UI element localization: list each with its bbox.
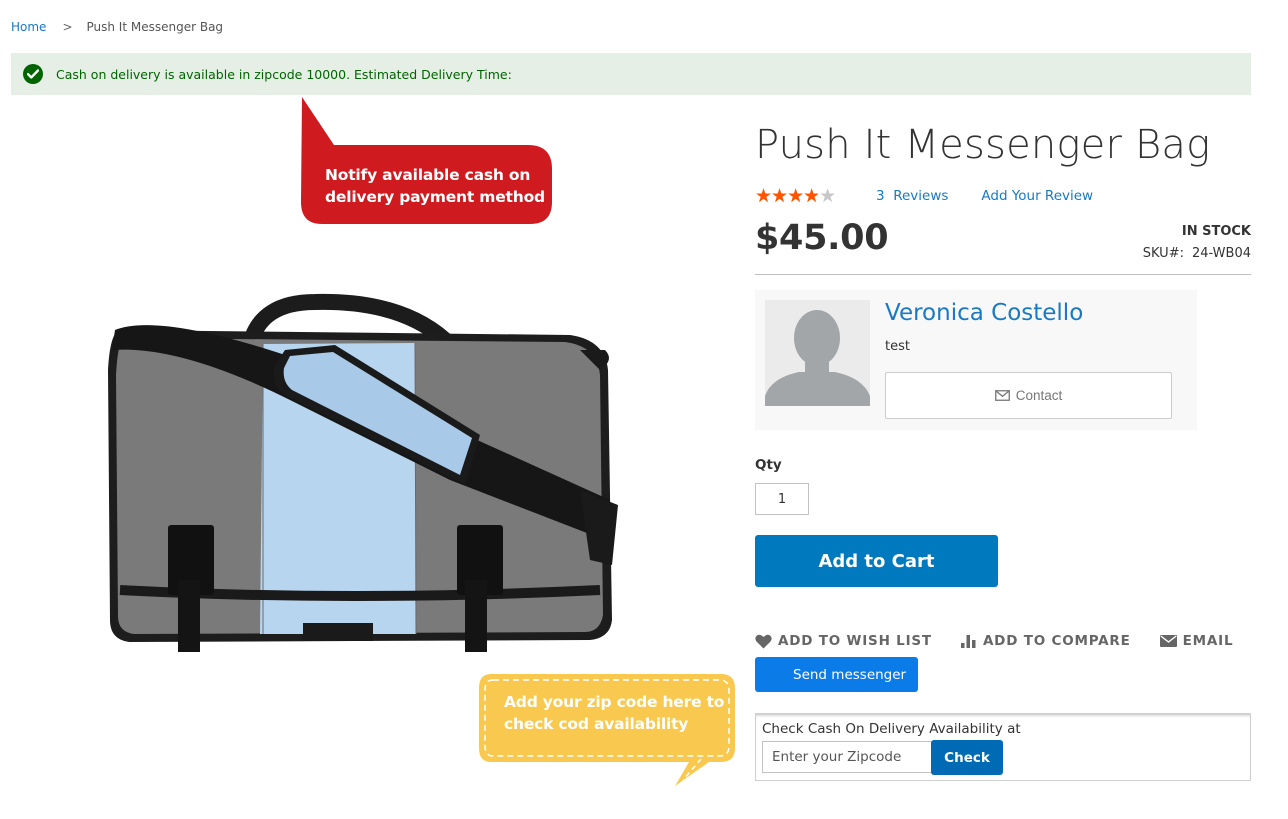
wishlist-label: ADD TO WISH LIST [778, 633, 932, 649]
qty-label: Qty [755, 457, 782, 473]
contact-seller-button[interactable]: Contact [885, 372, 1172, 419]
qty-input[interactable] [755, 483, 809, 515]
add-to-cart-button[interactable]: Add to Cart [755, 535, 998, 587]
cod-check-label: Check Cash On Delivery Availability at [762, 721, 1021, 737]
product-title: Push It Messenger Bag [755, 122, 1211, 168]
compare-label: ADD TO COMPARE [982, 633, 1131, 649]
envelope-filled-icon [1159, 635, 1177, 647]
rating-stars: ★★★★★ ★★★★★ [755, 185, 845, 207]
email-link[interactable]: EMAIL [1159, 633, 1234, 649]
price-divider [755, 274, 1251, 275]
envelope-icon [994, 390, 1010, 401]
contact-label: Contact [1015, 388, 1063, 403]
annotation-text-notify: Notify available cash on delivery paymen… [325, 166, 545, 206]
add-review-link[interactable]: Add Your Review [981, 188, 1093, 204]
product-rating: ★★★★★ ★★★★★ 3 Reviews Add Your Review [755, 185, 1093, 207]
product-price: $45.00 [755, 218, 889, 258]
breadcrumb: Home > Push It Messenger Bag [11, 20, 223, 34]
zipcode-input[interactable] [762, 741, 932, 773]
email-label: EMAIL [1182, 633, 1234, 649]
annotation-callout-zipcode: Add your zip code here to check cod avai… [477, 672, 737, 787]
seller-description: test [885, 339, 910, 354]
rating-stars-filled-icon: ★★★★★ [755, 185, 818, 207]
add-to-wishlist-link[interactable]: ADD TO WISH LIST [755, 633, 932, 649]
breadcrumb-home-link[interactable]: Home [11, 20, 46, 34]
user-silhouette-icon [765, 310, 870, 406]
reviews-label: Reviews [893, 188, 949, 204]
annotation-text-zipcode: Add your zip code here to check cod avai… [504, 693, 725, 733]
product-sku: SKU#: 24-WB04 [1143, 246, 1251, 261]
notice-text: Cash on delivery is available in zipcode… [56, 66, 512, 82]
product-actions: ADD TO WISH LIST ADD TO COMPARE EMAIL [755, 633, 1233, 649]
seller-card: Veronica Costello test Contact [755, 290, 1197, 430]
add-to-compare-link[interactable]: ADD TO COMPARE [960, 633, 1131, 649]
sku-value: 24-WB04 [1191, 246, 1251, 261]
messenger-bag-illustration [108, 293, 618, 652]
cod-availability-notice: Cash on delivery is available in zipcode… [11, 53, 1251, 95]
stock-status: IN STOCK [1181, 224, 1251, 239]
annotation-callout-notify: Notify available cash on delivery paymen… [300, 97, 554, 225]
reviews-link[interactable]: 3 Reviews [876, 188, 948, 204]
seller-avatar[interactable] [765, 300, 870, 406]
sku-label: SKU#: [1142, 246, 1184, 261]
check-circle-icon [23, 64, 43, 84]
breadcrumb-current: Push It Messenger Bag [86, 20, 224, 34]
cod-check-panel: Check Cash On Delivery Availability at C… [755, 713, 1251, 781]
heart-icon [755, 634, 772, 648]
product-image[interactable] [100, 290, 630, 670]
send-messenger-button[interactable]: Send messenger [755, 657, 918, 692]
seller-name-link[interactable]: Veronica Costello [885, 300, 1083, 326]
bar-chart-icon [960, 635, 976, 648]
breadcrumb-separator: > [62, 20, 73, 34]
reviews-count: 3 [876, 188, 885, 204]
check-cod-button[interactable]: Check [931, 740, 1003, 775]
